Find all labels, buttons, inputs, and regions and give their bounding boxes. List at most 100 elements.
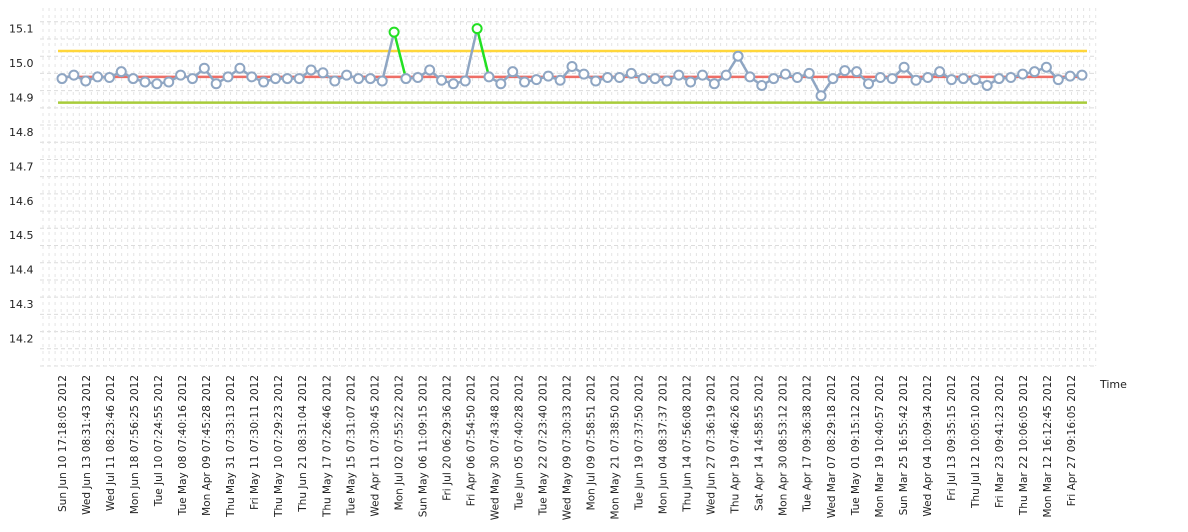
x-tick-label: Tue Jun 19 07:37:50 2012 — [634, 375, 646, 511]
x-tick-label: Mon Mar 12 16:12:45 2012 — [1042, 375, 1054, 518]
x-tick-label: Wed May 09 07:30:33 2012 — [562, 375, 574, 520]
data-point — [269, 73, 281, 85]
y-tick-label: 15.1 — [9, 23, 34, 36]
data-point — [305, 64, 317, 76]
data-point — [768, 73, 780, 85]
x-tick-label: Wed Jun 27 07:36:19 2012 — [706, 375, 718, 515]
x-tick-label: Thu May 31 07:33:13 2012 — [225, 375, 237, 518]
data-point — [602, 72, 614, 84]
data-point — [566, 61, 578, 73]
x-tick-label: Mon Jul 02 07:55:22 2012 — [393, 375, 405, 510]
x-tick-label: Mon Jun 18 07:56:25 2012 — [129, 375, 141, 514]
data-point — [293, 73, 305, 85]
data-point — [210, 78, 222, 90]
x-axis-label: Time — [1099, 378, 1127, 391]
x-tick-label: Sun Mar 25 16:55:42 2012 — [898, 375, 910, 515]
data-point — [519, 76, 531, 88]
x-tick-label: Thu May 10 07:29:23 2012 — [273, 375, 285, 518]
data-point — [127, 73, 139, 85]
data-point — [554, 74, 566, 86]
data-point — [530, 74, 542, 86]
data-point — [542, 70, 554, 82]
x-tick-label: Wed Mar 07 08:29:18 2012 — [826, 375, 838, 518]
data-point — [115, 66, 127, 78]
data-point — [756, 79, 768, 91]
data-point — [507, 66, 519, 78]
x-tick-label: Thu Jul 12 10:05:10 2012 — [970, 375, 982, 509]
data-point — [80, 75, 92, 87]
x-tick-label: Sat Apr 14 14:58:55 2012 — [754, 375, 766, 511]
data-point — [673, 69, 685, 81]
data-point — [1017, 68, 1029, 80]
x-tick-label: Tue May 22 07:23:40 2012 — [537, 375, 549, 516]
x-tick-label: Fri May 11 07:30:11 2012 — [249, 375, 261, 510]
data-point — [969, 74, 981, 86]
data-point — [1064, 70, 1076, 82]
data-point — [459, 75, 471, 87]
data-point — [495, 78, 507, 90]
data-point — [863, 78, 875, 90]
data-point — [424, 64, 436, 76]
data-point — [708, 78, 720, 90]
x-tick-label: Wed Jun 13 08:31:43 2012 — [81, 375, 93, 515]
x-tick-label: Thu Jun 21 08:31:04 2012 — [297, 375, 309, 513]
x-tick-label: Thu May 17 07:26:46 2012 — [321, 375, 333, 518]
data-point — [839, 65, 851, 77]
data-point — [92, 71, 104, 83]
x-tick-label: Tue Jun 05 07:40:28 2012 — [513, 375, 525, 511]
control-chart: 14.2 14.3 14.4 14.5 14.6 14.7 14.8 14.9 15.0 15.1… — [9, 8, 1127, 520]
x-tick-label: Thu Mar 22 10:06:05 2012 — [1018, 375, 1030, 516]
data-point — [744, 71, 756, 83]
y-tick-label: 14.6 — [9, 195, 34, 208]
data-point — [1040, 61, 1052, 73]
x-tick-label: Sun Jun 10 17:18:05 2012 — [57, 375, 69, 512]
y-tick-label: 14.8 — [9, 126, 34, 139]
data-point — [471, 23, 483, 35]
y-tick-label: 14.5 — [9, 229, 34, 242]
x-tick-label: Tue Jul 10 07:24:55 2012 — [153, 375, 165, 507]
data-point — [803, 67, 815, 79]
x-tick-label: Mon Mar 19 10:40:57 2012 — [874, 375, 886, 518]
data-point — [851, 66, 863, 78]
x-tick-label: Tue May 01 09:15:12 2012 — [850, 375, 862, 516]
data-point — [317, 67, 329, 79]
data-point — [376, 75, 388, 87]
data-point — [186, 73, 198, 85]
data-point — [1076, 69, 1088, 81]
data-point — [1005, 72, 1017, 84]
data-point — [696, 69, 708, 81]
y-tick-label: 14.3 — [9, 298, 34, 311]
data-point — [364, 73, 376, 85]
data-point — [957, 73, 969, 85]
data-point — [103, 72, 115, 84]
data-point — [625, 67, 637, 79]
data-point — [993, 73, 1005, 85]
data-point — [175, 69, 187, 81]
x-tick-label: Mon Jun 04 08:37:37 2012 — [658, 375, 670, 514]
x-tick-label: Wed May 30 07:43:48 2012 — [489, 375, 501, 520]
x-tick-label: Wed Apr 11 07:30:45 2012 — [369, 375, 381, 517]
data-point — [163, 76, 175, 88]
data-point — [56, 73, 68, 85]
data-point — [827, 73, 839, 85]
data-point — [874, 72, 886, 84]
data-point — [720, 69, 732, 81]
y-tick-label: 14.7 — [9, 160, 34, 173]
x-tick-label: Tue May 08 07:40:16 2012 — [177, 375, 189, 516]
data-point — [779, 68, 791, 80]
data-point — [1029, 66, 1041, 78]
data-point — [447, 78, 459, 90]
data-point — [886, 73, 898, 85]
data-point — [258, 76, 270, 88]
y-tick-label: 14.2 — [9, 332, 34, 345]
data-point — [981, 79, 993, 91]
data-point — [234, 62, 246, 74]
data-point — [329, 75, 341, 87]
data-point — [934, 66, 946, 78]
data-point — [1052, 74, 1064, 86]
data-point — [946, 74, 958, 86]
x-tick-label: Sun May 06 11:09:15 2012 — [417, 375, 429, 517]
data-point — [637, 73, 649, 85]
x-tick-label: Tue Apr 17 09:36:38 2012 — [802, 375, 814, 513]
data-point — [922, 72, 934, 84]
